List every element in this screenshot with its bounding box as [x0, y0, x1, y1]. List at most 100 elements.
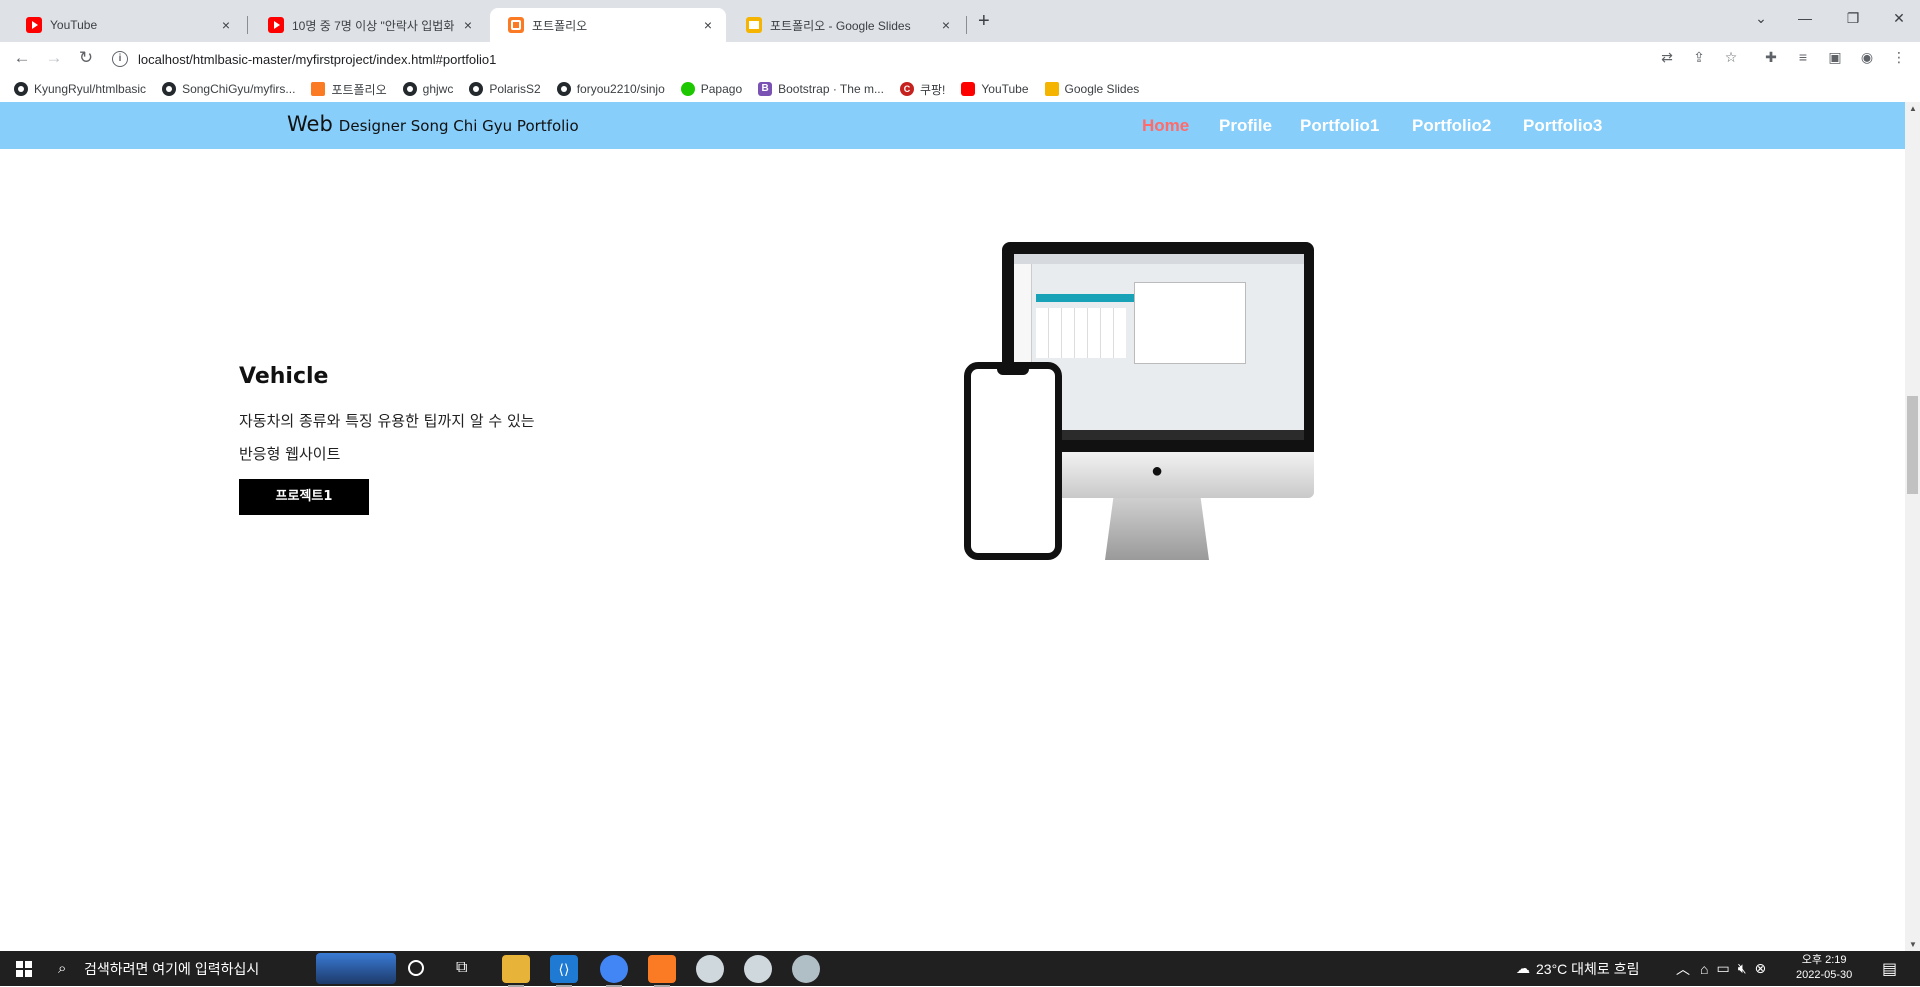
imac-screen: [1014, 254, 1304, 440]
translate-icon[interactable]: ⇄: [1656, 49, 1678, 66]
papago-icon: [680, 82, 695, 96]
weather-widget[interactable]: ☁ 23°C 대체로 흐림: [1516, 951, 1639, 986]
bookmark-star-icon[interactable]: ☆: [1720, 49, 1742, 66]
network-icon[interactable]: ▭: [1716, 960, 1729, 977]
bookmark-item[interactable]: Papago: [680, 82, 743, 96]
window-close-icon[interactable]: ✕: [1884, 10, 1914, 27]
tab-title: 포트폴리오: [532, 18, 588, 33]
logo-main: Web: [287, 112, 333, 136]
url-text: localhost/htmlbasic-master/myfirstprojec…: [138, 51, 497, 67]
portfolio-description: 반응형 웹사이트: [239, 445, 341, 463]
search-placeholder: 검색하려면 여기에 입력하십시: [84, 960, 260, 977]
bookmark-item[interactable]: foryou2210/sinjo: [556, 82, 665, 96]
bookmark-item[interactable]: YouTube: [961, 82, 1029, 96]
xampp-icon: [508, 17, 524, 33]
app-icon[interactable]: [696, 955, 724, 983]
search-icon: ⌕: [58, 960, 67, 977]
xampp-icon: [311, 82, 326, 96]
new-tab-button[interactable]: +: [978, 10, 990, 33]
paint-icon[interactable]: [792, 955, 820, 983]
extensions-icon[interactable]: ✚: [1760, 49, 1782, 66]
share-icon[interactable]: ⇪: [1688, 49, 1710, 66]
github-icon: [469, 82, 484, 96]
nav-portfolio3-link[interactable]: Portfolio3: [1523, 116, 1602, 136]
nav-home-link[interactable]: Home: [1142, 116, 1189, 136]
screen-titlebar: [1014, 254, 1304, 264]
search-highlight-image[interactable]: [316, 953, 396, 984]
close-icon[interactable]: ×: [700, 17, 716, 33]
bookmark-item[interactable]: 포트폴리오: [311, 81, 387, 98]
cloud-icon: ☁: [1516, 960, 1530, 976]
logo-sub: Designer Song Chi Gyu Portfolio: [338, 117, 579, 135]
device-mockup-image: ●: [0, 102, 1905, 951]
forward-icon[interactable]: →: [42, 48, 66, 68]
chrome-icon[interactable]: [600, 955, 628, 987]
github-icon: [14, 82, 28, 96]
scroll-up-icon[interactable]: ▲: [1909, 104, 1917, 113]
bookmark-item[interactable]: PolarisS2: [469, 82, 541, 96]
windows-start-icon[interactable]: [16, 961, 32, 977]
weather-text: 23°C 대체로 흐림: [1536, 960, 1640, 977]
reload-icon[interactable]: ↻: [74, 48, 98, 68]
scroll-down-icon[interactable]: ▼: [1909, 940, 1917, 949]
menu-kebab-icon[interactable]: ⋮: [1888, 49, 1910, 66]
restore-icon[interactable]: ❐: [1838, 10, 1868, 27]
tab-title: 10명 중 7명 이상 "안락사 입법화: [292, 18, 455, 33]
tab-news-video[interactable]: 10명 중 7명 이상 "안락사 입법화 ×: [250, 8, 486, 42]
tab-divider: [966, 16, 967, 34]
side-panel-icon[interactable]: ▣: [1824, 49, 1846, 66]
app-icon[interactable]: [744, 955, 772, 983]
taskbar-search[interactable]: ⌕ 검색하려면 여기에 입력하십시: [48, 951, 308, 986]
cortana-icon[interactable]: [408, 960, 424, 976]
xampp-icon[interactable]: [648, 955, 676, 987]
ime-toggle-icon[interactable]: ⊗: [1755, 960, 1767, 977]
screen-taskbar: [1014, 430, 1304, 440]
bookmark-label: KyungRyul/htmlbasic: [34, 82, 147, 96]
close-icon[interactable]: ×: [460, 17, 476, 33]
notification-icon[interactable]: ▤: [1882, 959, 1897, 979]
portfolio-title: Vehicle: [239, 364, 329, 389]
scroll-thumb[interactable]: [1907, 396, 1918, 494]
media-queue-icon[interactable]: ≡: [1792, 49, 1814, 65]
file-explorer-icon[interactable]: [502, 955, 530, 987]
tab-portfolio[interactable]: 포트폴리오 ×: [490, 8, 726, 42]
bookmark-item[interactable]: C 쿠팡!: [899, 81, 945, 98]
close-icon[interactable]: ×: [938, 17, 954, 33]
volume-muted-icon[interactable]: 🔇︎: [1738, 960, 1747, 977]
site-info-icon[interactable]: i: [112, 51, 128, 67]
nav-portfolio2-link[interactable]: Portfolio2: [1412, 116, 1491, 136]
task-view-icon[interactable]: ⧉: [456, 959, 467, 977]
bookmark-item[interactable]: B Bootstrap · The m...: [758, 82, 884, 96]
chevron-up-icon[interactable]: ︿: [1676, 959, 1690, 979]
nav-profile-link[interactable]: Profile: [1219, 116, 1272, 136]
tab-google-slides[interactable]: 포트폴리오 - Google Slides ×: [728, 8, 964, 42]
windows-taskbar: ⌕ 검색하려면 여기에 입력하십시 ⧉ ⟨⟩ ☁ 23°C 대체로 흐림 ︿ ⌂…: [0, 951, 1920, 987]
project1-button[interactable]: 프로젝트1: [239, 479, 369, 515]
bookmark-item[interactable]: KyungRyul/htmlbasic: [14, 82, 146, 96]
back-icon[interactable]: ←: [10, 48, 34, 68]
bookmark-label: YouTube: [981, 82, 1029, 96]
system-clock[interactable]: 오후 2:19 2022-05-30: [1796, 953, 1852, 983]
clock-time: 오후 2:19: [1801, 954, 1847, 966]
tab-youtube[interactable]: YouTube ×: [8, 8, 244, 42]
bookmark-item[interactable]: SongChiGyu/myfirs...: [162, 82, 295, 96]
profile-avatar-icon[interactable]: ◉: [1856, 49, 1878, 66]
minimize-icon[interactable]: —: [1790, 10, 1820, 26]
address-bar[interactable]: i localhost/htmlbasic-master/myfirstproj…: [112, 46, 1672, 72]
browser-toolbar: ← → ↻ i localhost/htmlbasic-master/myfir…: [0, 42, 1920, 76]
tab-title: 포트폴리오 - Google Slides: [770, 18, 911, 33]
bookmark-item[interactable]: ghjwc: [402, 82, 453, 96]
bookmark-label: Bootstrap · The m...: [778, 82, 884, 96]
page-scrollbar[interactable]: ▲ ▼: [1905, 102, 1920, 951]
tab-search-icon[interactable]: ⌄: [1746, 10, 1776, 27]
github-icon: [402, 82, 417, 96]
close-icon[interactable]: ×: [218, 17, 234, 33]
clock-date: 2022-05-30: [1796, 969, 1853, 981]
vscode-icon[interactable]: ⟨⟩: [550, 955, 578, 987]
bookmark-label: 포트폴리오: [331, 82, 387, 97]
ime-icon[interactable]: ⌂: [1700, 961, 1708, 977]
nav-portfolio1-link[interactable]: Portfolio1: [1300, 116, 1379, 136]
site-logo[interactable]: Web Designer Song Chi Gyu Portfolio: [287, 112, 579, 136]
bookmark-label: Papago: [700, 82, 743, 96]
bookmark-item[interactable]: Google Slides: [1044, 82, 1139, 96]
